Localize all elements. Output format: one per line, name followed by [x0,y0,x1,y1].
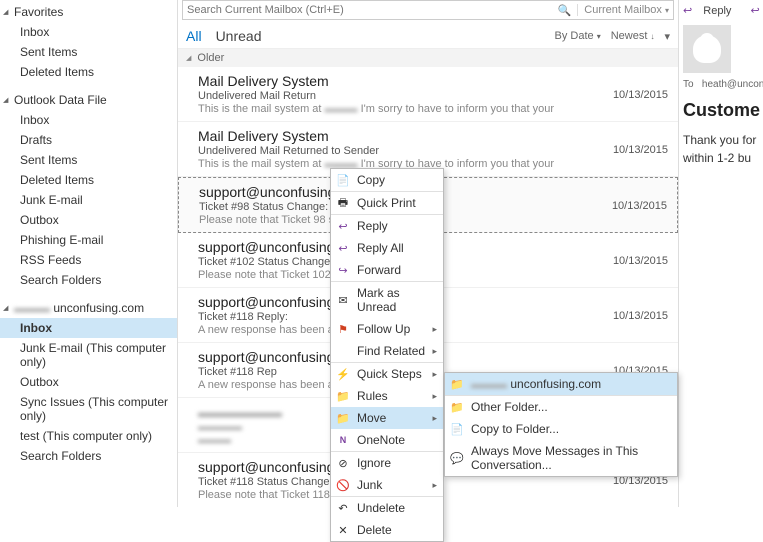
message-date: 10/13/2015 [613,255,668,267]
filter-tab-unread[interactable]: Unread [216,28,262,44]
chevron-right-icon: ▸ [432,324,437,335]
menu-move[interactable]: 📁Move▸ [331,407,443,429]
chevron-right-icon: ▸ [432,369,437,380]
move-submenu: 📁▬▬▬ unconfusing.com 📁Other Folder... 📄C… [444,372,678,477]
message-date: 10/13/2015 [612,200,667,212]
filter-row: All Unread By Date ▾ Newest ↓ ▾ [178,24,678,49]
flag-icon: ⚑ [336,322,350,336]
chevron-right-icon: ▸ [432,413,437,424]
sidebar-item-sent[interactable]: Sent Items [0,42,177,62]
onenote-icon: N [336,433,350,447]
navigation-sidebar: Favorites Inbox Sent Items Deleted Items… [0,0,178,507]
rules-icon: 📁 [336,389,350,403]
submenu-account-folder[interactable]: 📁▬▬▬ unconfusing.com [445,373,677,396]
sidebar-item-search-folders[interactable]: Search Folders [0,270,177,290]
menu-forward[interactable]: ↪Forward [331,259,443,282]
search-input[interactable] [187,4,558,16]
submenu-copy-to-folder[interactable]: 📄Copy to Folder... [445,418,677,440]
move-icon: 📁 [336,411,350,425]
sidebar-item-drafts[interactable]: Drafts [0,130,177,150]
chevron-right-icon: ▸ [432,346,437,357]
menu-rules[interactable]: 📁Rules▸ [331,385,443,407]
folder-icon: 📁 [450,400,464,414]
ignore-icon: ⊘ [336,456,350,470]
sidebar-item-outbox[interactable]: Outbox [0,372,177,392]
sidebar-item-junk[interactable]: Junk E-mail [0,190,177,210]
sidebar-item-deleted[interactable]: Deleted Items [0,170,177,190]
menu-reply-all[interactable]: ↩Reply All [331,237,443,259]
sidebar-item-inbox[interactable]: Inbox [0,110,177,130]
message-date: 10/13/2015 [613,310,668,322]
menu-quick-steps[interactable]: ⚡Quick Steps▸ [331,363,443,385]
message-preview: This is the mail system at ▬▬▬ I'm sorry… [198,103,668,115]
reply-button[interactable]: ↩ Reply [683,5,739,17]
menu-copy[interactable]: 📄Copy [331,169,443,192]
reading-pane: ↩ Reply ↩ Rep To heath@unconf Custome Th… [678,0,763,507]
message-from: Mail Delivery System [198,128,668,144]
sidebar-item-phishing[interactable]: Phishing E-mail [0,230,177,250]
sidebar-item-inbox[interactable]: Inbox [0,318,177,338]
forward-icon: ↪ [336,263,350,277]
message-subject: Undelivered Mail Return [198,90,668,102]
sidebar-item-search-folders[interactable]: Search Folders [0,446,177,466]
menu-quick-print[interactable]: 🖶Quick Print [331,192,443,215]
print-icon: 🖶 [336,196,350,210]
sidebar-item-test[interactable]: test (This computer only) [0,426,177,446]
sidebar-item-sent[interactable]: Sent Items [0,150,177,170]
filter-tab-all[interactable]: All [186,28,202,44]
message-item[interactable]: Mail Delivery SystemUndelivered Mail Ret… [178,67,678,122]
envelope-icon: ✉ [336,293,350,307]
submenu-always-move[interactable]: 💬Always Move Messages in This Conversati… [445,440,677,476]
menu-undelete[interactable]: ↶Undelete [331,497,443,519]
message-date: 10/13/2015 [613,144,668,156]
context-menu: 📄Copy 🖶Quick Print ↩Reply ↩Reply All ↪Fo… [330,168,444,542]
bolt-icon: ⚡ [336,367,350,381]
menu-junk[interactable]: 🚫Junk▸ [331,474,443,497]
reply-all-button[interactable]: ↩ Rep [750,5,763,17]
reply-icon: ↩ [336,219,350,233]
find-icon [336,344,350,358]
menu-find-related[interactable]: Find Related▸ [331,340,443,363]
sender-avatar [683,25,731,73]
chevron-right-icon: ▸ [432,480,437,491]
search-scope-dropdown[interactable]: Current Mailbox ▾ [577,4,669,16]
junk-icon: 🚫 [336,478,350,492]
copy-icon: 📄 [336,173,350,187]
menu-follow-up[interactable]: ⚑Follow Up▸ [331,318,443,340]
message-from: Mail Delivery System [198,73,668,89]
menu-delete[interactable]: ✕Delete [331,519,443,541]
sidebar-item-inbox[interactable]: Inbox [0,22,177,42]
chevron-right-icon: ▸ [432,391,437,402]
sidebar-item-sync-issues[interactable]: Sync Issues (This computer only) [0,392,177,426]
delete-icon: ✕ [336,523,350,537]
message-date: 10/13/2015 [613,89,668,101]
sidebar-item-rss[interactable]: RSS Feeds [0,250,177,270]
sidebar-group-account[interactable]: ▬▬▬ unconfusing.com [0,298,177,318]
message-body: Thank you for within 1-2 bu [683,131,759,167]
expand-arrow-icon[interactable]: ▾ [664,30,670,43]
undelete-icon: ↶ [336,501,350,515]
to-line: To heath@unconf [683,79,759,90]
sidebar-group-favorites[interactable]: Favorites [0,2,177,22]
sidebar-group-datafile[interactable]: Outlook Data File [0,90,177,110]
sort-newest[interactable]: Newest ↓ [611,30,655,42]
search-bar: 🔍 Current Mailbox ▾ [182,0,674,20]
conversation-icon: 💬 [450,451,464,465]
reply-all-icon: ↩ [336,241,350,255]
menu-ignore[interactable]: ⊘Ignore [331,452,443,474]
message-subject: Undelivered Mail Returned to Sender [198,145,668,157]
submenu-other-folder[interactable]: 📁Other Folder... [445,396,677,418]
group-header-older[interactable]: Older [178,49,678,67]
message-title: Custome [683,100,759,121]
copy-icon: 📄 [450,422,464,436]
menu-onenote[interactable]: NOneNote [331,429,443,452]
menu-mark-unread[interactable]: ✉Mark as Unread [331,282,443,318]
menu-reply[interactable]: ↩Reply [331,215,443,237]
sidebar-item-outbox[interactable]: Outbox [0,210,177,230]
sort-by-date[interactable]: By Date ▾ [555,30,601,42]
search-icon[interactable]: 🔍 [558,4,572,17]
sidebar-item-junk[interactable]: Junk E-mail (This computer only) [0,338,177,372]
sidebar-item-deleted[interactable]: Deleted Items [0,62,177,82]
folder-icon: 📁 [450,377,464,391]
